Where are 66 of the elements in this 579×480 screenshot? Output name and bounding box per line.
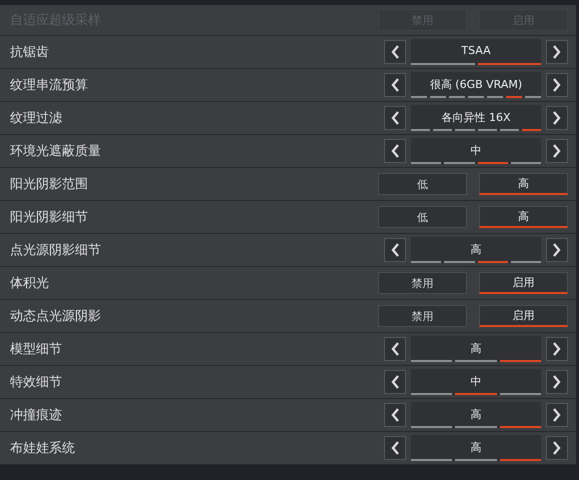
chevron-left-icon xyxy=(391,45,399,59)
chevron-left-icon xyxy=(391,144,399,158)
previous-button[interactable] xyxy=(384,436,406,460)
previous-button[interactable] xyxy=(384,139,406,163)
next-button[interactable] xyxy=(546,106,568,130)
option-value: 高 xyxy=(470,407,482,422)
chevron-right-icon xyxy=(553,111,561,125)
option-button[interactable]: 低 xyxy=(378,206,467,228)
chevron-right-icon xyxy=(553,342,561,356)
option-value: 高 xyxy=(470,440,482,455)
next-button[interactable] xyxy=(546,139,568,163)
setting-label: 动态点光源阴影 xyxy=(10,308,101,325)
previous-button[interactable] xyxy=(384,403,406,427)
setting-label: 环境光遮蔽质量 xyxy=(10,143,101,160)
option-button[interactable]: 低 xyxy=(378,173,467,195)
previous-button[interactable] xyxy=(384,370,406,394)
chevron-right-icon xyxy=(553,78,561,92)
setting-label: 纹理过滤 xyxy=(10,110,62,127)
next-button[interactable] xyxy=(546,40,568,64)
chevron-left-icon xyxy=(391,408,399,422)
option-value: 高 xyxy=(470,341,482,356)
previous-button[interactable] xyxy=(384,40,406,64)
next-button[interactable] xyxy=(546,403,568,427)
chevron-left-icon xyxy=(391,111,399,125)
option-button[interactable]: 禁用 xyxy=(378,272,467,294)
chevron-right-icon xyxy=(553,375,561,389)
next-button[interactable] xyxy=(546,370,568,394)
setting-label: 点光源阴影细节 xyxy=(10,242,101,259)
option-value: TSAA xyxy=(461,44,491,57)
chevron-left-icon xyxy=(391,78,399,92)
chevron-right-icon xyxy=(553,243,561,257)
option-value: 中 xyxy=(470,374,482,389)
next-button[interactable] xyxy=(546,436,568,460)
option-value: 中 xyxy=(470,143,482,158)
setting-label: 阳光阴影细节 xyxy=(10,209,88,226)
option-value: 高 xyxy=(470,242,482,257)
setting-label: 体积光 xyxy=(10,275,49,292)
option-button[interactable]: 高 xyxy=(479,206,568,228)
next-button[interactable] xyxy=(546,337,568,361)
option-value: 很高 (6GB VRAM) xyxy=(430,77,522,92)
chevron-right-icon xyxy=(553,441,561,455)
setting-label: 模型细节 xyxy=(10,341,62,358)
chevron-right-icon xyxy=(553,408,561,422)
option-button[interactable]: 禁用 xyxy=(378,305,467,327)
next-button[interactable] xyxy=(546,238,568,262)
setting-label: 阳光阴影范围 xyxy=(10,176,88,193)
option-button[interactable]: 启用 xyxy=(479,305,568,327)
setting-label: 抗锯齿 xyxy=(10,44,49,61)
previous-button[interactable] xyxy=(384,73,406,97)
chevron-left-icon xyxy=(391,375,399,389)
chevron-right-icon xyxy=(553,144,561,158)
setting-label: 纹理串流预算 xyxy=(10,77,88,94)
setting-label: 布娃娃系统 xyxy=(10,440,75,457)
chevron-left-icon xyxy=(391,243,399,257)
previous-button[interactable] xyxy=(384,337,406,361)
setting-label: 冲撞痕迹 xyxy=(10,407,62,424)
setting-label: 特效细节 xyxy=(10,374,62,391)
next-button[interactable] xyxy=(546,73,568,97)
chevron-left-icon xyxy=(391,441,399,455)
chevron-right-icon xyxy=(553,45,561,59)
previous-button[interactable] xyxy=(384,106,406,130)
option-value: 各向异性 16X xyxy=(441,110,511,125)
option-button[interactable]: 启用 xyxy=(479,272,568,294)
previous-button[interactable] xyxy=(384,238,406,262)
option-button[interactable]: 高 xyxy=(479,173,568,195)
chevron-left-icon xyxy=(391,342,399,356)
